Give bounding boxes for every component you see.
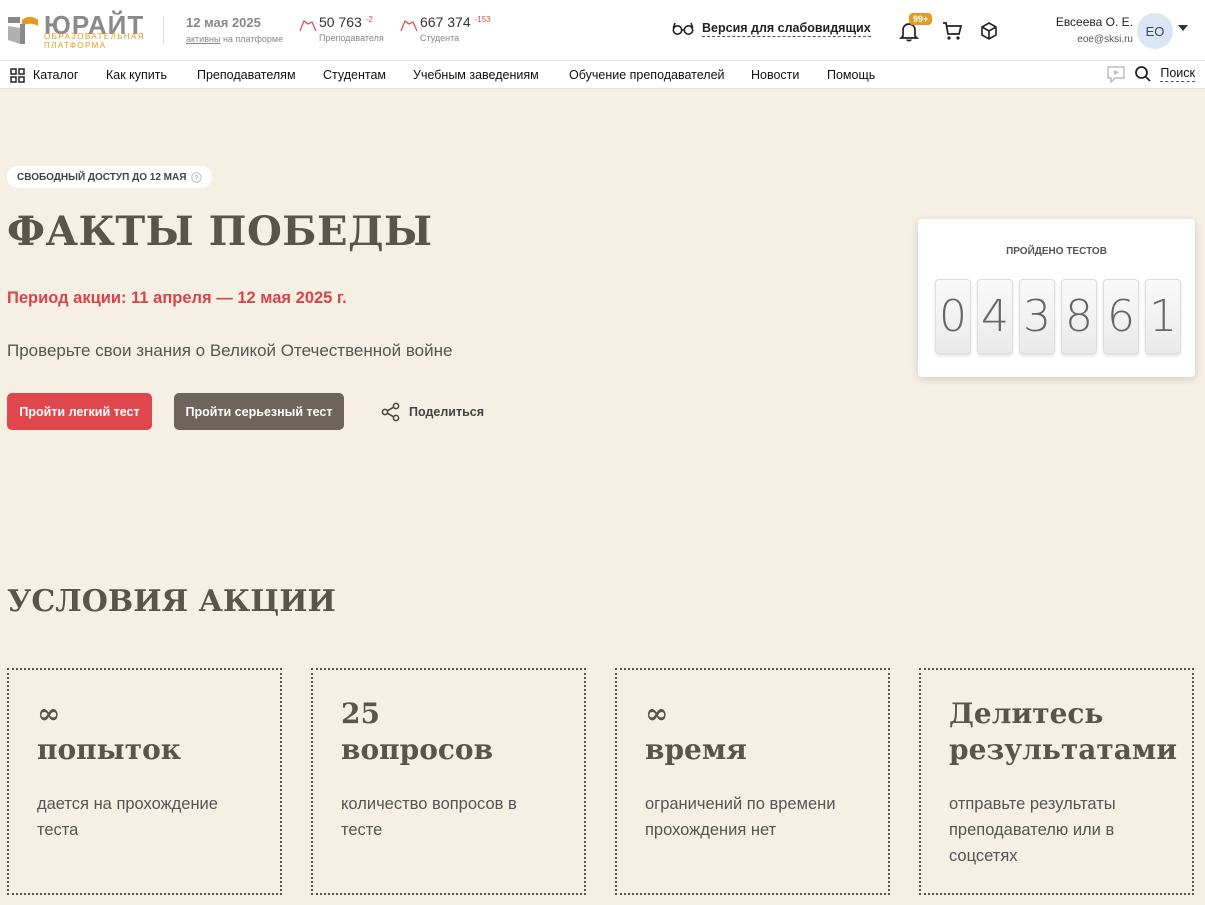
teachers-label: Преподавателя: [319, 33, 384, 43]
condition-card-questions: 25 вопросов количество вопросов в тесте: [311, 668, 586, 895]
conditions-title: УСЛОВИЯ АКЦИИ: [7, 584, 336, 619]
counter-digit: 8: [1061, 279, 1097, 354]
condition-number: ∞: [37, 697, 61, 730]
sparkline-icon: [299, 20, 317, 32]
easy-test-button[interactable]: Пройти легкий тест: [7, 393, 152, 430]
condition-value: 25 вопросов: [341, 696, 493, 768]
active-suffix: на платформе: [222, 34, 284, 44]
low-vision-label: Версия для слабовидящих: [702, 21, 871, 37]
grid-icon[interactable]: [10, 68, 25, 83]
notifications-badge: 99+: [909, 13, 933, 25]
teachers-delta: -2: [365, 15, 373, 24]
students-count: 667 374: [420, 14, 471, 30]
logo-book-icon: [8, 17, 38, 44]
free-access-text: СВОБОДНЫЙ ДОСТУП ДО 12 МАЯ: [17, 171, 187, 183]
user-name: Евсеева О. Е.: [1055, 15, 1133, 29]
nav-help[interactable]: Помощь: [827, 68, 875, 82]
counter-digit: 1: [1145, 279, 1181, 354]
students-label: Студента: [420, 33, 460, 43]
nav-teachers[interactable]: Преподавателям: [197, 68, 296, 82]
counter-digit: 6: [1103, 279, 1139, 354]
free-access-badge: СВОБОДНЫЙ ДОСТУП ДО 12 МАЯ ?: [7, 166, 213, 188]
teachers-count: 50 763: [319, 14, 362, 30]
main-nav: Каталог Как купить Преподавателям Студен…: [0, 61, 1205, 89]
share-icon: [381, 402, 400, 422]
header-divider: [163, 16, 164, 44]
nav-news[interactable]: Новости: [751, 68, 799, 82]
condition-value: Делитесь результатами: [949, 696, 1177, 768]
nav-teacher-training[interactable]: Обучение преподавателей: [569, 68, 725, 82]
current-date: 12 мая 2025: [186, 15, 261, 30]
date-block: 12 мая 2025 активны на платформе: [186, 15, 283, 44]
students-delta: -153: [474, 15, 491, 24]
nav-how-to-buy[interactable]: Как купить: [106, 68, 167, 82]
page-title: ФАКТЫ ПОБЕДЫ: [7, 208, 433, 255]
sparkline-icon: [400, 20, 418, 32]
counter-digit: 4: [977, 279, 1013, 354]
condition-unit: попыток: [37, 733, 181, 766]
condition-text: количество вопросов в тесте: [341, 795, 517, 839]
top-header: ЮРАЙТ ОБРАЗОВАТЕЛЬНАЯ ПЛАТФОРМА 12 мая 2…: [0, 0, 1205, 61]
condition-value: ∞ попыток: [37, 696, 181, 768]
condition-text: отправьте результаты преподавателю или в…: [949, 795, 1116, 865]
counter-digits: 0 4 3 8 6 1: [935, 279, 1181, 354]
search-link[interactable]: Поиск: [1160, 66, 1195, 82]
nav-students[interactable]: Студентам: [323, 68, 386, 82]
condition-number: ∞: [645, 697, 669, 730]
condition-card-attempts: ∞ попыток дается на прохождение теста: [7, 668, 282, 895]
counter-digit: 0: [935, 279, 971, 354]
search-icon[interactable]: [1134, 65, 1152, 83]
cart-icon[interactable]: [941, 20, 963, 42]
logo-subtitle: ОБРАЗОВАТЕЛЬНАЯ ПЛАТФОРМА: [44, 32, 145, 50]
avatar[interactable]: ЕО: [1137, 13, 1173, 49]
user-info[interactable]: Евсеева О. Е. eoe@sksi.ru: [1056, 15, 1133, 45]
share-button[interactable]: Поделиться: [381, 402, 484, 422]
condition-text: дается на прохождение теста: [37, 795, 218, 839]
glasses-icon: [672, 22, 694, 35]
condition-card-share: Делитесь результатами отправьте результат…: [919, 668, 1194, 895]
nav-institutions[interactable]: Учебным заведениям: [413, 68, 539, 82]
low-vision-toggle[interactable]: Версия для слабовидящих: [672, 20, 871, 37]
tests-counter: ПРОЙДЕНО ТЕСТОВ 0 4 3 8 6 1: [918, 219, 1195, 377]
nav-tools: Поиск: [1106, 65, 1195, 83]
video-chat-icon[interactable]: [1106, 65, 1126, 83]
condition-unit: результатами: [949, 733, 1178, 766]
help-icon[interactable]: ?: [191, 171, 203, 183]
hero-description: Проверьте свои знания о Великой Отечеств…: [7, 341, 453, 360]
promo-period: Период акции: 11 апреля — 12 мая 2025 г.: [7, 289, 347, 307]
active-link[interactable]: активны: [186, 34, 220, 44]
condition-value: ∞ время: [645, 696, 747, 768]
svg-text:?: ?: [195, 175, 199, 182]
condition-number: Делитесь: [949, 697, 1104, 730]
counter-digit: 3: [1019, 279, 1055, 354]
share-label: Поделиться: [409, 405, 485, 419]
box-icon[interactable]: [978, 20, 1000, 42]
urait-logo[interactable]: ЮРАЙТ ОБРАЗОВАТЕЛЬНАЯ ПЛАТФОРМА: [6, 12, 146, 52]
condition-number: 25: [341, 697, 380, 730]
active-info: активны на платформе: [186, 34, 283, 44]
nav-catalog[interactable]: Каталог: [33, 68, 78, 82]
user-email: eoe@sksi.ru: [1077, 34, 1133, 45]
condition-unit: время: [645, 733, 747, 766]
condition-card-time: ∞ время ограничений по времени прохождени…: [615, 668, 890, 895]
condition-text: ограничений по времени прохождения нет: [645, 795, 836, 839]
chevron-down-icon[interactable]: [1178, 25, 1188, 31]
condition-unit: вопросов: [341, 733, 494, 766]
counter-label: ПРОЙДЕНО ТЕСТОВ: [1006, 246, 1107, 257]
hard-test-button[interactable]: Пройти серьезный тест: [174, 393, 344, 430]
